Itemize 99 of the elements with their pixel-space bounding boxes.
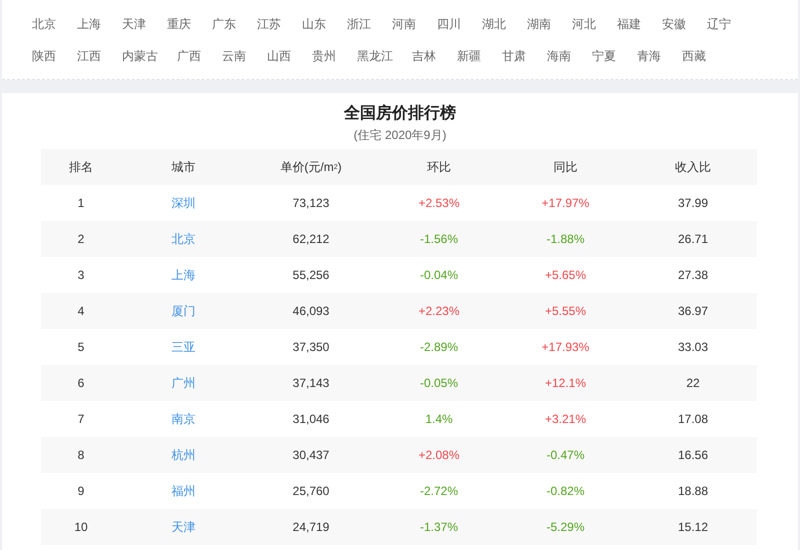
table-cell: -1.37% xyxy=(376,509,502,545)
region-link[interactable]: 吉林 xyxy=(394,48,439,64)
table-cell-text: 27.38 xyxy=(676,267,710,284)
table-cell: -0.47% xyxy=(502,437,629,473)
table-cell-text: +17.97% xyxy=(540,195,590,212)
table-cell: -1.56% xyxy=(376,221,502,257)
table-cell: 8 xyxy=(41,437,121,473)
city-link[interactable]: 广州 xyxy=(172,374,196,392)
region-link[interactable]: 广东 xyxy=(194,16,239,32)
table-cell-text: 37,350 xyxy=(292,339,330,356)
table-cell-text: 18.88 xyxy=(676,483,710,500)
region-link[interactable]: 湖南 xyxy=(509,16,554,32)
table-cell: 2 xyxy=(41,221,121,257)
table-cell-text: +5.65% xyxy=(544,267,588,284)
table-title: 全国房价排行榜 xyxy=(342,103,457,124)
city-link[interactable]: 三亚 xyxy=(172,338,196,356)
region-link[interactable]: 四川 xyxy=(419,16,464,32)
city-link[interactable]: 天津 xyxy=(172,518,196,536)
region-link[interactable]: 宁夏 xyxy=(574,48,619,64)
region-link[interactable]: 重庆 xyxy=(149,16,194,32)
table-cell: 37,143 xyxy=(246,365,376,401)
region-link[interactable]: 西藏 xyxy=(664,48,709,64)
table-cell-text: 55,256 xyxy=(292,267,330,284)
table-cell-text: 1 xyxy=(76,195,86,212)
table-cell: +5.55% xyxy=(502,293,629,329)
region-link[interactable]: 浙江 xyxy=(329,16,374,32)
table-cell-text: -2.72% xyxy=(418,483,460,500)
column-header: 单价(元/m$^{2}$) xyxy=(246,149,376,185)
city-link[interactable]: 南京 xyxy=(172,410,196,428)
region-link[interactable]: 海南 xyxy=(529,48,574,64)
city-link[interactable]: 上海 xyxy=(172,266,196,284)
table-cell: 62,212 xyxy=(246,221,376,257)
table-cell-text: 33.03 xyxy=(676,339,710,356)
region-link[interactable]: 福建 xyxy=(599,16,644,32)
region-link[interactable]: 安徽 xyxy=(644,16,689,32)
table-cell: 46,093 xyxy=(246,293,376,329)
region-link[interactable]: 江苏 xyxy=(239,16,284,32)
region-link[interactable]: 贵州 xyxy=(294,48,339,64)
city-link[interactable]: 北京 xyxy=(172,230,196,248)
region-link[interactable]: 内蒙古 xyxy=(104,48,159,64)
table-cell-text: +2.53% xyxy=(417,195,461,212)
table-cell-text: 17.08 xyxy=(676,411,710,428)
region-link[interactable]: 江西 xyxy=(59,48,104,64)
table-cell-text: +17.93% xyxy=(540,339,590,356)
region-link[interactable]: 新疆 xyxy=(439,48,484,64)
table-cell: +2.23% xyxy=(376,293,502,329)
table-cell: 15.12 xyxy=(629,509,757,545)
city-link[interactable]: 深圳 xyxy=(172,194,196,212)
table-cell: 6 xyxy=(41,365,121,401)
city-link[interactable]: 厦门 xyxy=(172,302,196,320)
table-cell: +12.1% xyxy=(502,365,629,401)
table-cell-text: 3 xyxy=(76,267,86,284)
region-link[interactable]: 云南 xyxy=(204,48,249,64)
column-header: 环比 xyxy=(376,149,502,185)
table-cell-text: -2.89% xyxy=(418,339,460,356)
table-subtitle: (住宅 2020年9月) xyxy=(352,127,448,144)
table-cell-text: -0.04% xyxy=(418,267,460,284)
city-link[interactable]: 福州 xyxy=(172,482,196,500)
region-link[interactable]: 甘肃 xyxy=(484,48,529,64)
table-cell: 36.97 xyxy=(629,293,757,329)
table-cell-text: 25,760 xyxy=(292,483,330,500)
table-cell: 30,437 xyxy=(246,437,376,473)
city-link[interactable]: 杭州 xyxy=(172,446,196,464)
table-cell-text: 37.99 xyxy=(676,195,710,212)
region-link[interactable]: 黑龙江 xyxy=(339,48,394,64)
region-link[interactable]: 北京 xyxy=(14,16,59,32)
region-link[interactable]: 山西 xyxy=(249,48,294,64)
table-cell: +2.08% xyxy=(376,437,502,473)
region-link[interactable]: 湖北 xyxy=(464,16,509,32)
table-cell: 4 xyxy=(41,293,121,329)
table-cell: 16.56 xyxy=(629,437,757,473)
table-cell: 10 xyxy=(41,509,121,545)
column-header: 收入比 xyxy=(629,149,757,185)
region-link[interactable]: 河南 xyxy=(374,16,419,32)
column-header: 同比 xyxy=(502,149,629,185)
table-cell: 24,719 xyxy=(246,509,376,545)
table-cell-text: 7 xyxy=(76,411,86,428)
region-link[interactable]: 天津 xyxy=(104,16,149,32)
table-cell-text: 73,123 xyxy=(292,195,330,212)
region-link[interactable]: 河北 xyxy=(554,16,599,32)
table-cell: 22 xyxy=(629,365,757,401)
table-cell-text: 1.4% xyxy=(424,411,454,428)
table-cell-text: 5 xyxy=(76,339,86,356)
region-link[interactable]: 广西 xyxy=(159,48,204,64)
region-link[interactable]: 辽宁 xyxy=(689,16,734,32)
table-cell-text: 31,046 xyxy=(292,411,330,428)
table-cell-text: +3.21% xyxy=(544,411,588,428)
region-link[interactable]: 青海 xyxy=(619,48,664,64)
region-link[interactable]: 上海 xyxy=(59,16,104,32)
table-cell-text: -0.82% xyxy=(545,483,586,500)
table-cell: 26.71 xyxy=(629,221,757,257)
region-link[interactable]: 山东 xyxy=(284,16,329,32)
table-cell-text: 9 xyxy=(76,483,86,500)
column-header: 城市 xyxy=(121,149,246,185)
column-header: 排名 xyxy=(41,149,121,185)
table-cell: -1.88% xyxy=(502,221,629,257)
table-cell: -5.29% xyxy=(502,509,629,545)
table-cell: -0.05% xyxy=(376,365,502,401)
region-link[interactable]: 陕西 xyxy=(14,48,59,64)
